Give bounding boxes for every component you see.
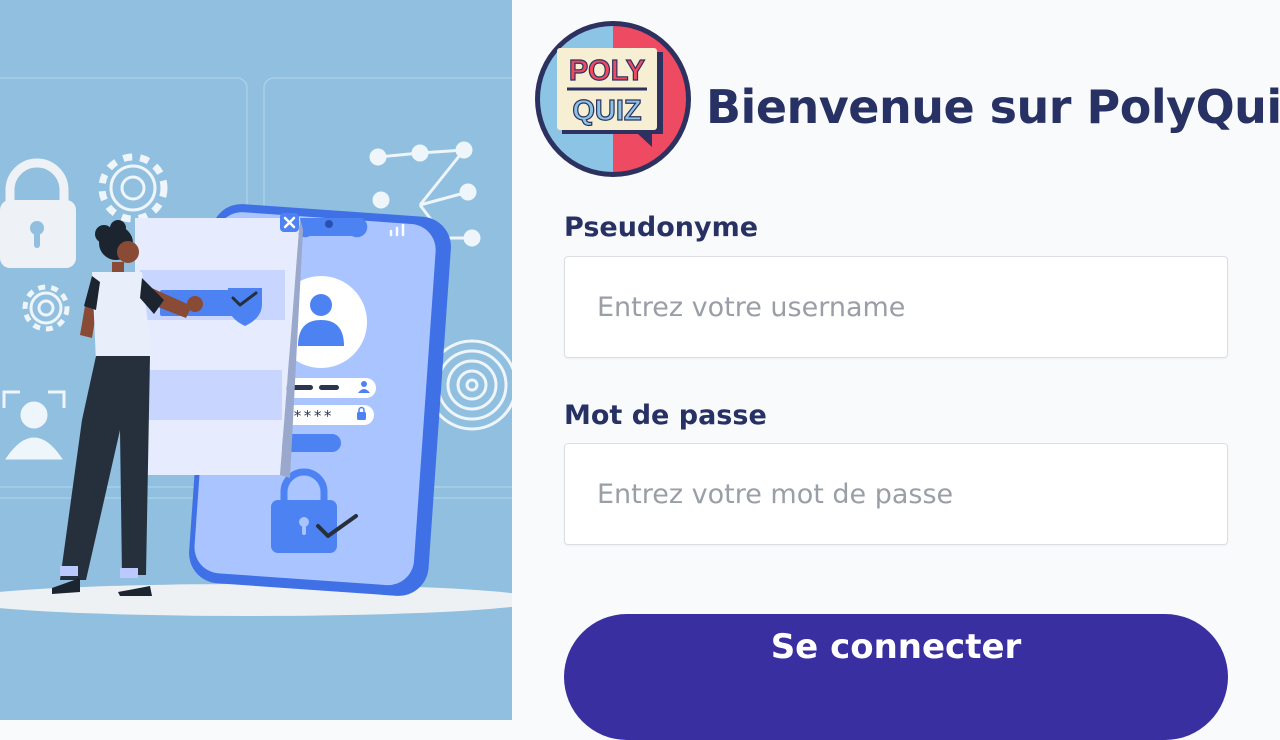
polyquiz-logo: POLY QUIZ	[532, 18, 694, 180]
username-label: Pseudonyme	[564, 212, 759, 243]
face-scan-icon	[2, 390, 66, 460]
password-label: Mot de passe	[564, 400, 767, 431]
page-title: Bienvenue sur PolyQuiz	[706, 80, 1280, 134]
close-icon	[280, 213, 299, 232]
login-panel: POLY QUIZ Bienvenue sur PolyQuiz Pseudon…	[512, 0, 1280, 740]
logo-text-quiz: QUIZ	[572, 95, 641, 127]
gear-icon	[22, 284, 70, 332]
password-input[interactable]	[564, 443, 1228, 545]
logo-text-poly: POLY	[569, 55, 645, 87]
login-button[interactable]: Se connecter	[564, 614, 1228, 740]
login-illustration: *****	[0, 0, 512, 720]
username-input[interactable]	[564, 256, 1228, 358]
gear-icon	[98, 153, 168, 223]
padlock-icon	[0, 158, 76, 268]
